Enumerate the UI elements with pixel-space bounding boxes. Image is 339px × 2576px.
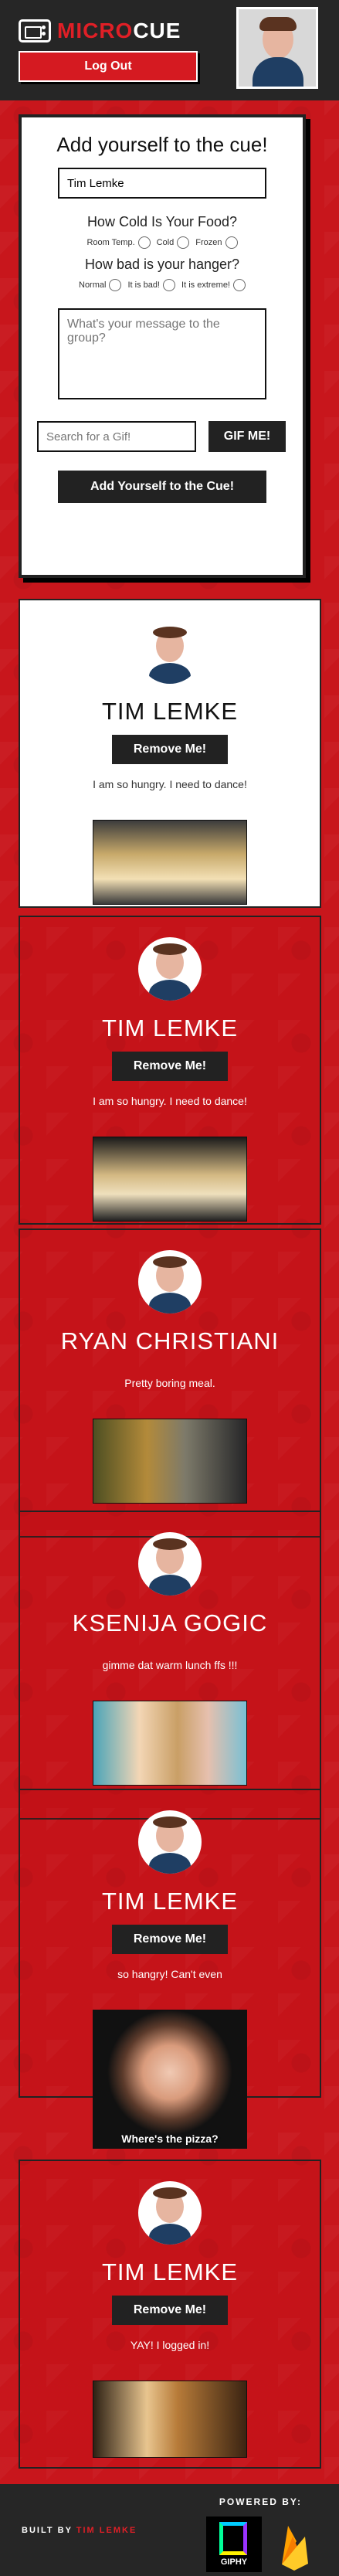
app-logo[interactable]: MICROCUE bbox=[19, 15, 181, 46]
cue-entry: KSENIJA GOGIC gimme dat warm lunch ffs !… bbox=[19, 1511, 321, 1820]
surprised-gif: Where's the pizza? bbox=[93, 2010, 247, 2149]
radio-icon bbox=[109, 279, 122, 291]
food-option-room-temp[interactable]: Room Temp. bbox=[86, 236, 151, 249]
hanger-option-normal[interactable]: Normal bbox=[79, 279, 122, 291]
radio-icon bbox=[163, 279, 176, 291]
logo-white-word: CUE bbox=[133, 19, 181, 42]
entry-name: TIM LEMKE bbox=[101, 2258, 239, 2285]
entry-message: gimme dat warm lunch ffs !!! bbox=[102, 1659, 238, 1671]
remove-button[interactable]: Remove Me! bbox=[112, 2296, 228, 2325]
food-option-frozen[interactable]: Frozen bbox=[195, 236, 238, 249]
cue-entry: TIM LEMKE Remove Me! YAY! I logged in! bbox=[19, 2160, 321, 2469]
hanger-option-bad[interactable]: It is bad! bbox=[127, 279, 176, 291]
food-option-cold[interactable]: Cold bbox=[157, 236, 190, 249]
form-title: Add yourself to the cue! bbox=[56, 133, 268, 156]
radio-icon bbox=[177, 236, 190, 249]
entry-message: so hangry! Can't even bbox=[117, 1968, 222, 1980]
entry-avatar bbox=[138, 2181, 202, 2245]
entry-name: RYAN CHRISTIANI bbox=[60, 1327, 280, 1354]
people-gif bbox=[93, 1701, 247, 1786]
built-by-text: BUILT BY TIM LEMKE bbox=[22, 2526, 137, 2535]
entry-avatar bbox=[138, 1810, 202, 1874]
firebase-logo-icon[interactable] bbox=[276, 2521, 313, 2571]
hanger-option-extreme[interactable]: It is extreme! bbox=[181, 279, 246, 291]
entry-message: I am so hungry. I need to dance! bbox=[93, 1095, 247, 1107]
radio-icon bbox=[137, 236, 151, 249]
cue-entry: RYAN CHRISTIANI Pretty boring meal. bbox=[19, 1229, 321, 1538]
puppies-gif bbox=[93, 1137, 247, 1222]
entry-name: TIM LEMKE bbox=[101, 698, 239, 725]
entry-message: Pretty boring meal. bbox=[124, 1377, 215, 1389]
gif-caption: Where's the pizza? bbox=[121, 2133, 219, 2145]
microwave-icon bbox=[19, 19, 51, 42]
name-input[interactable] bbox=[58, 168, 266, 199]
food-question: How Cold Is Your Food? bbox=[86, 214, 238, 229]
entry-message: YAY! I logged in! bbox=[130, 2339, 210, 2351]
remove-button[interactable]: Remove Me! bbox=[112, 1925, 228, 1954]
powered-by-label: POWERED BY: bbox=[219, 2496, 302, 2507]
cue-entry: TIM LEMKE Remove Me! so hangry! Can't ev… bbox=[19, 1789, 321, 2149]
add-to-cue-button[interactable]: Add Yourself to the Cue! bbox=[58, 471, 266, 503]
entry-avatar bbox=[138, 1532, 202, 1596]
hanger-options: Normal It is bad! It is extreme! bbox=[37, 279, 287, 291]
entry-name: TIM LEMKE bbox=[101, 1888, 239, 1915]
add-to-cue-form: Add yourself to the cue! How Cold Is You… bbox=[19, 114, 306, 578]
gif-search-row: GIF ME! bbox=[37, 421, 287, 452]
puppies-gif bbox=[93, 820, 247, 905]
cue-entry: TIM LEMKE Remove Me! I am so hungry. I n… bbox=[19, 916, 321, 1225]
app-title: MICROCUE bbox=[57, 19, 181, 43]
cue-entry: TIM LEMKE Remove Me! I am so hungry. I n… bbox=[19, 599, 321, 908]
entry-name: KSENIJA GOGIC bbox=[72, 1609, 268, 1636]
giphy-logo[interactable]: GIPHY bbox=[206, 2517, 262, 2572]
remove-button[interactable]: Remove Me! bbox=[112, 735, 228, 764]
entry-avatar bbox=[138, 1250, 202, 1313]
food-temperature-options: Room Temp. Cold Frozen bbox=[37, 236, 287, 249]
giphy-label: GIPHY bbox=[220, 2557, 248, 2567]
entry-avatar bbox=[138, 937, 202, 1001]
logo-red-word: MICRO bbox=[57, 19, 134, 42]
remove-button[interactable]: Remove Me! bbox=[112, 1052, 228, 1081]
brown-gif bbox=[93, 2381, 247, 2458]
entry-avatar bbox=[138, 620, 202, 684]
hanger-question: How bad is your hanger? bbox=[84, 257, 240, 272]
gif-search-input[interactable] bbox=[37, 421, 196, 452]
message-textarea[interactable] bbox=[58, 308, 266, 399]
top-header: MICROCUE Log Out bbox=[0, 0, 339, 100]
page-footer: BUILT BY TIM LEMKE POWERED BY: GIPHY bbox=[0, 2484, 339, 2576]
anime-gif bbox=[93, 1419, 247, 1504]
gif-search-button[interactable]: GIF ME! bbox=[208, 421, 286, 452]
logout-button[interactable]: Log Out bbox=[19, 51, 198, 82]
entry-message: I am so hungry. I need to dance! bbox=[93, 778, 247, 790]
radio-icon bbox=[225, 236, 238, 249]
entry-name: TIM LEMKE bbox=[101, 1014, 239, 1042]
user-avatar[interactable] bbox=[236, 7, 318, 89]
radio-icon bbox=[233, 279, 246, 291]
giphy-icon bbox=[219, 2522, 247, 2555]
